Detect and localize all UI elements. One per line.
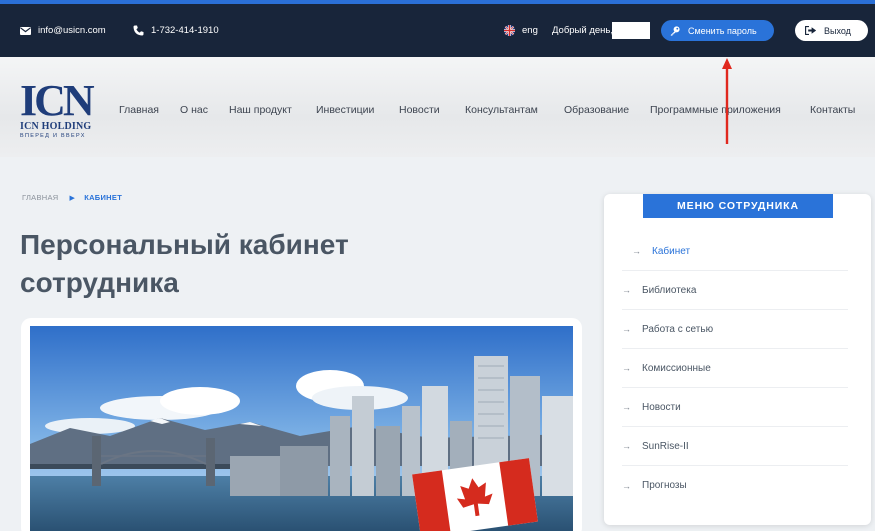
menu-item-commissions[interactable]: → Комиссионные — [622, 349, 848, 388]
change-password-button[interactable]: Сменить пароль — [661, 20, 774, 41]
menu-item-library[interactable]: → Библиотека — [622, 271, 848, 310]
top-bar: info@usicn.com 1-732-414-1910 eng Добрый… — [0, 0, 875, 57]
menu-item-forecasts[interactable]: → Прогнозы — [622, 466, 848, 505]
menu-item-label: Прогнозы — [642, 480, 687, 491]
nav-item-about[interactable]: О нас — [180, 104, 208, 116]
employee-menu-title: МЕНЮ СОТРУДНИКА — [643, 194, 833, 218]
logout-icon — [805, 26, 816, 35]
menu-item-network[interactable]: → Работа с сетью — [622, 310, 848, 349]
main-nav: Главная О нас Наш продукт Инвестиции Нов… — [0, 104, 875, 118]
caret-right-icon: ▶ — [69, 194, 76, 202]
page-title: Персональный кабинет сотрудника — [20, 229, 349, 298]
envelope-icon — [20, 26, 31, 35]
employee-menu: МЕНЮ СОТРУДНИКА → Кабинет → Библиотека →… — [604, 194, 871, 525]
language-label: eng — [522, 25, 538, 36]
logout-button[interactable]: Выход — [795, 20, 868, 41]
hero-image-card — [21, 318, 582, 531]
menu-item-label: Новости — [642, 401, 681, 413]
menu-item-news[interactable]: → Новости — [622, 388, 848, 427]
arrow-right-icon: → — [632, 246, 641, 256]
logo-tagline: ВПЕРЕД И ВВЕРХ — [20, 133, 86, 139]
arrow-right-icon: → — [622, 363, 631, 373]
breadcrumb-current: КАБИНЕТ — [84, 193, 123, 202]
key-icon — [670, 25, 680, 36]
breadcrumb: ГЛАВНАЯ ▶ КАБИНЕТ — [22, 193, 122, 202]
arrow-right-icon: → — [622, 480, 631, 491]
arrow-right-icon: → — [622, 285, 631, 295]
change-password-label: Сменить пароль — [688, 25, 757, 36]
nav-item-product[interactable]: Наш продукт — [229, 104, 292, 116]
arrow-right-icon: → — [622, 441, 631, 451]
arrow-right-icon: → — [622, 402, 631, 412]
breadcrumb-home[interactable]: ГЛАВНАЯ — [22, 193, 59, 202]
email-text: info@usicn.com — [38, 25, 106, 36]
site-header: ICN ICN HOLDING ВПЕРЕД И ВВЕРХ Главная О… — [0, 57, 875, 157]
nav-item-contacts[interactable]: Контакты — [810, 104, 855, 116]
logout-label: Выход — [824, 25, 851, 36]
city-skyline-image — [30, 326, 573, 531]
nav-item-home[interactable]: Главная — [119, 104, 159, 116]
phone-icon — [133, 25, 144, 36]
greeting-text: Добрый день, — [552, 25, 613, 36]
logo-name: ICN HOLDING — [20, 121, 92, 132]
menu-item-label: Комиссионные — [642, 362, 711, 374]
menu-item-cabinet[interactable]: → Кабинет — [622, 232, 848, 271]
menu-item-sunrise[interactable]: → SunRise-II — [622, 427, 848, 466]
menu-item-label: Библиотека — [642, 284, 697, 296]
nav-item-consultants[interactable]: Консультантам — [465, 104, 538, 116]
language-switcher[interactable]: eng — [504, 4, 538, 57]
nav-item-education[interactable]: Образование — [564, 104, 629, 116]
nav-item-investments[interactable]: Инвестиции — [316, 104, 374, 116]
contact-phone[interactable]: 1-732-414-1910 — [133, 4, 219, 57]
menu-item-label: Кабинет — [652, 245, 691, 257]
menu-item-label: Работа с сетью — [642, 323, 714, 335]
menu-item-label: SunRise-II — [642, 440, 689, 452]
uk-flag-icon — [504, 25, 515, 36]
phone-text: 1-732-414-1910 — [151, 25, 219, 36]
annotation-arrow — [722, 58, 732, 144]
arrow-right-icon: → — [622, 324, 631, 334]
contact-email[interactable]: info@usicn.com — [20, 4, 106, 57]
user-name-field — [612, 22, 650, 39]
nav-item-software[interactable]: Программные приложения — [650, 104, 781, 116]
nav-item-news[interactable]: Новости — [399, 104, 440, 116]
